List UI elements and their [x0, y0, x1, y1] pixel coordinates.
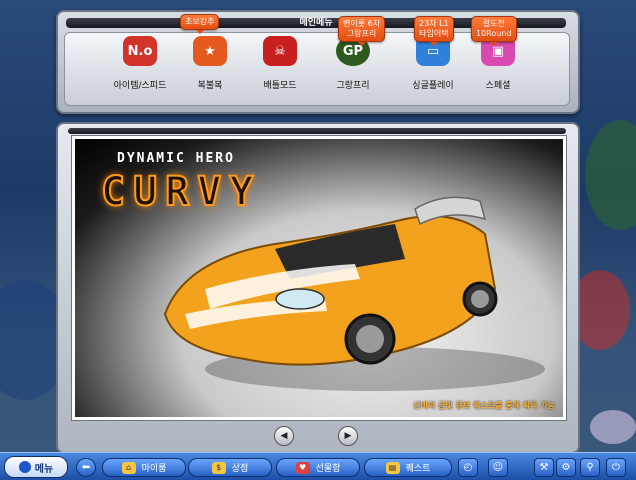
- tools-button[interactable]: ⚒: [534, 458, 554, 477]
- power-icon: ⏻: [612, 462, 620, 473]
- quest-button[interactable]: ▤ 퀘스트: [364, 458, 452, 477]
- room-icon: ⌂: [121, 461, 136, 474]
- shop-button[interactable]: $ 상점: [188, 458, 272, 477]
- back-button[interactable]: ⬅: [76, 458, 96, 477]
- callout-timeattack: 23차 L1 타임어택: [414, 16, 454, 46]
- gift-box-label: 선물함: [315, 464, 341, 474]
- callout-challenge: 컬도전 10Round: [471, 16, 517, 46]
- menu-ball-icon: [18, 461, 31, 473]
- mode-label: 복불복: [197, 81, 223, 91]
- kart-image: [163, 196, 545, 391]
- mode-item-battle[interactable]: ☠ 배틀모드: [240, 36, 320, 91]
- my-room-button[interactable]: ⌂ 마이룸: [102, 458, 186, 477]
- mode-label: 배틀모드: [263, 81, 297, 91]
- search-button[interactable]: ⚲: [580, 458, 600, 477]
- character-icon: ☺: [492, 462, 504, 473]
- arrow-left-icon: ◀: [280, 431, 288, 441]
- next-button[interactable]: ▶: [338, 426, 358, 446]
- settings-button[interactable]: ⚙: [556, 458, 576, 477]
- gear-icon: ⚙: [561, 462, 571, 473]
- featured-top-bar: [68, 128, 566, 134]
- tools-icon: ⚒: [539, 462, 549, 473]
- callout-beginner: 초보강추: [180, 14, 220, 34]
- mode-label: 아이템/스피드: [113, 81, 167, 91]
- bottom-toolbar: 메뉴 ⬅ ⌂ 마이룸 $ 상점 ♥ 선물함 ▤ 퀘스트 ◴ ☺ ⚒ ⚙ ⚲ ⏻: [0, 452, 636, 480]
- main-menu-panel: 메인메뉴 N.o 아이템/스피드 ★ 복불복 ☠ 배틀모드 GP 그랑프리 ▭ …: [56, 10, 580, 114]
- featured-kart-poster: DYNAMIC HERO CURVY 신비의 금빛 큐브 퀘스트를 통해 획득 …: [72, 136, 566, 420]
- gauge-icon: ◴: [463, 462, 473, 473]
- featured-panel: DYNAMIC HERO CURVY 신비의 금빛 큐브 퀘스트를 통해 획득 …: [56, 122, 580, 454]
- back-arrow-icon: ⬅: [81, 462, 91, 473]
- power-button[interactable]: ⏻: [606, 458, 626, 477]
- quest-book-icon: ▤: [385, 461, 400, 474]
- shop-label: 상점: [231, 464, 249, 474]
- pinata-icon: ★: [193, 36, 227, 66]
- callout-grandprix: 변이롯 6차 그랑프리: [338, 16, 386, 46]
- prev-button[interactable]: ◀: [274, 426, 294, 446]
- quest-label: 퀘스트: [405, 464, 431, 474]
- my-room-label: 마이룸: [141, 464, 167, 474]
- mode-label: 스페셜: [485, 81, 511, 91]
- mode-item-grandprix[interactable]: GP 그랑프리: [313, 36, 393, 91]
- gift-icon: ♥: [295, 461, 310, 474]
- pirate-icon: ☠: [263, 36, 297, 66]
- background-tree: [585, 120, 636, 230]
- arrow-right-icon: ▶: [344, 431, 352, 441]
- menu-button-label: 메뉴: [34, 463, 54, 475]
- character-button[interactable]: ☺: [488, 458, 508, 477]
- gift-box-button[interactable]: ♥ 선물함: [276, 458, 360, 477]
- no-sign-icon: N.o: [123, 36, 157, 66]
- menu-button[interactable]: 메뉴: [4, 456, 68, 478]
- mode-label: 그랑프리: [336, 81, 370, 91]
- speed-gauge-button[interactable]: ◴: [458, 458, 478, 477]
- search-icon: ⚲: [586, 462, 594, 473]
- poster-caption: 신비의 금빛 큐브 퀘스트를 통해 획득 가능: [413, 401, 555, 410]
- mode-item-speed[interactable]: N.o 아이템/스피드: [100, 36, 180, 91]
- mode-item-special[interactable]: ▣ 스페셜: [458, 36, 538, 91]
- mode-item-lucky[interactable]: ★ 복불복: [170, 36, 250, 91]
- background-mushroom: [590, 410, 636, 444]
- shop-coin-icon: $: [211, 461, 226, 474]
